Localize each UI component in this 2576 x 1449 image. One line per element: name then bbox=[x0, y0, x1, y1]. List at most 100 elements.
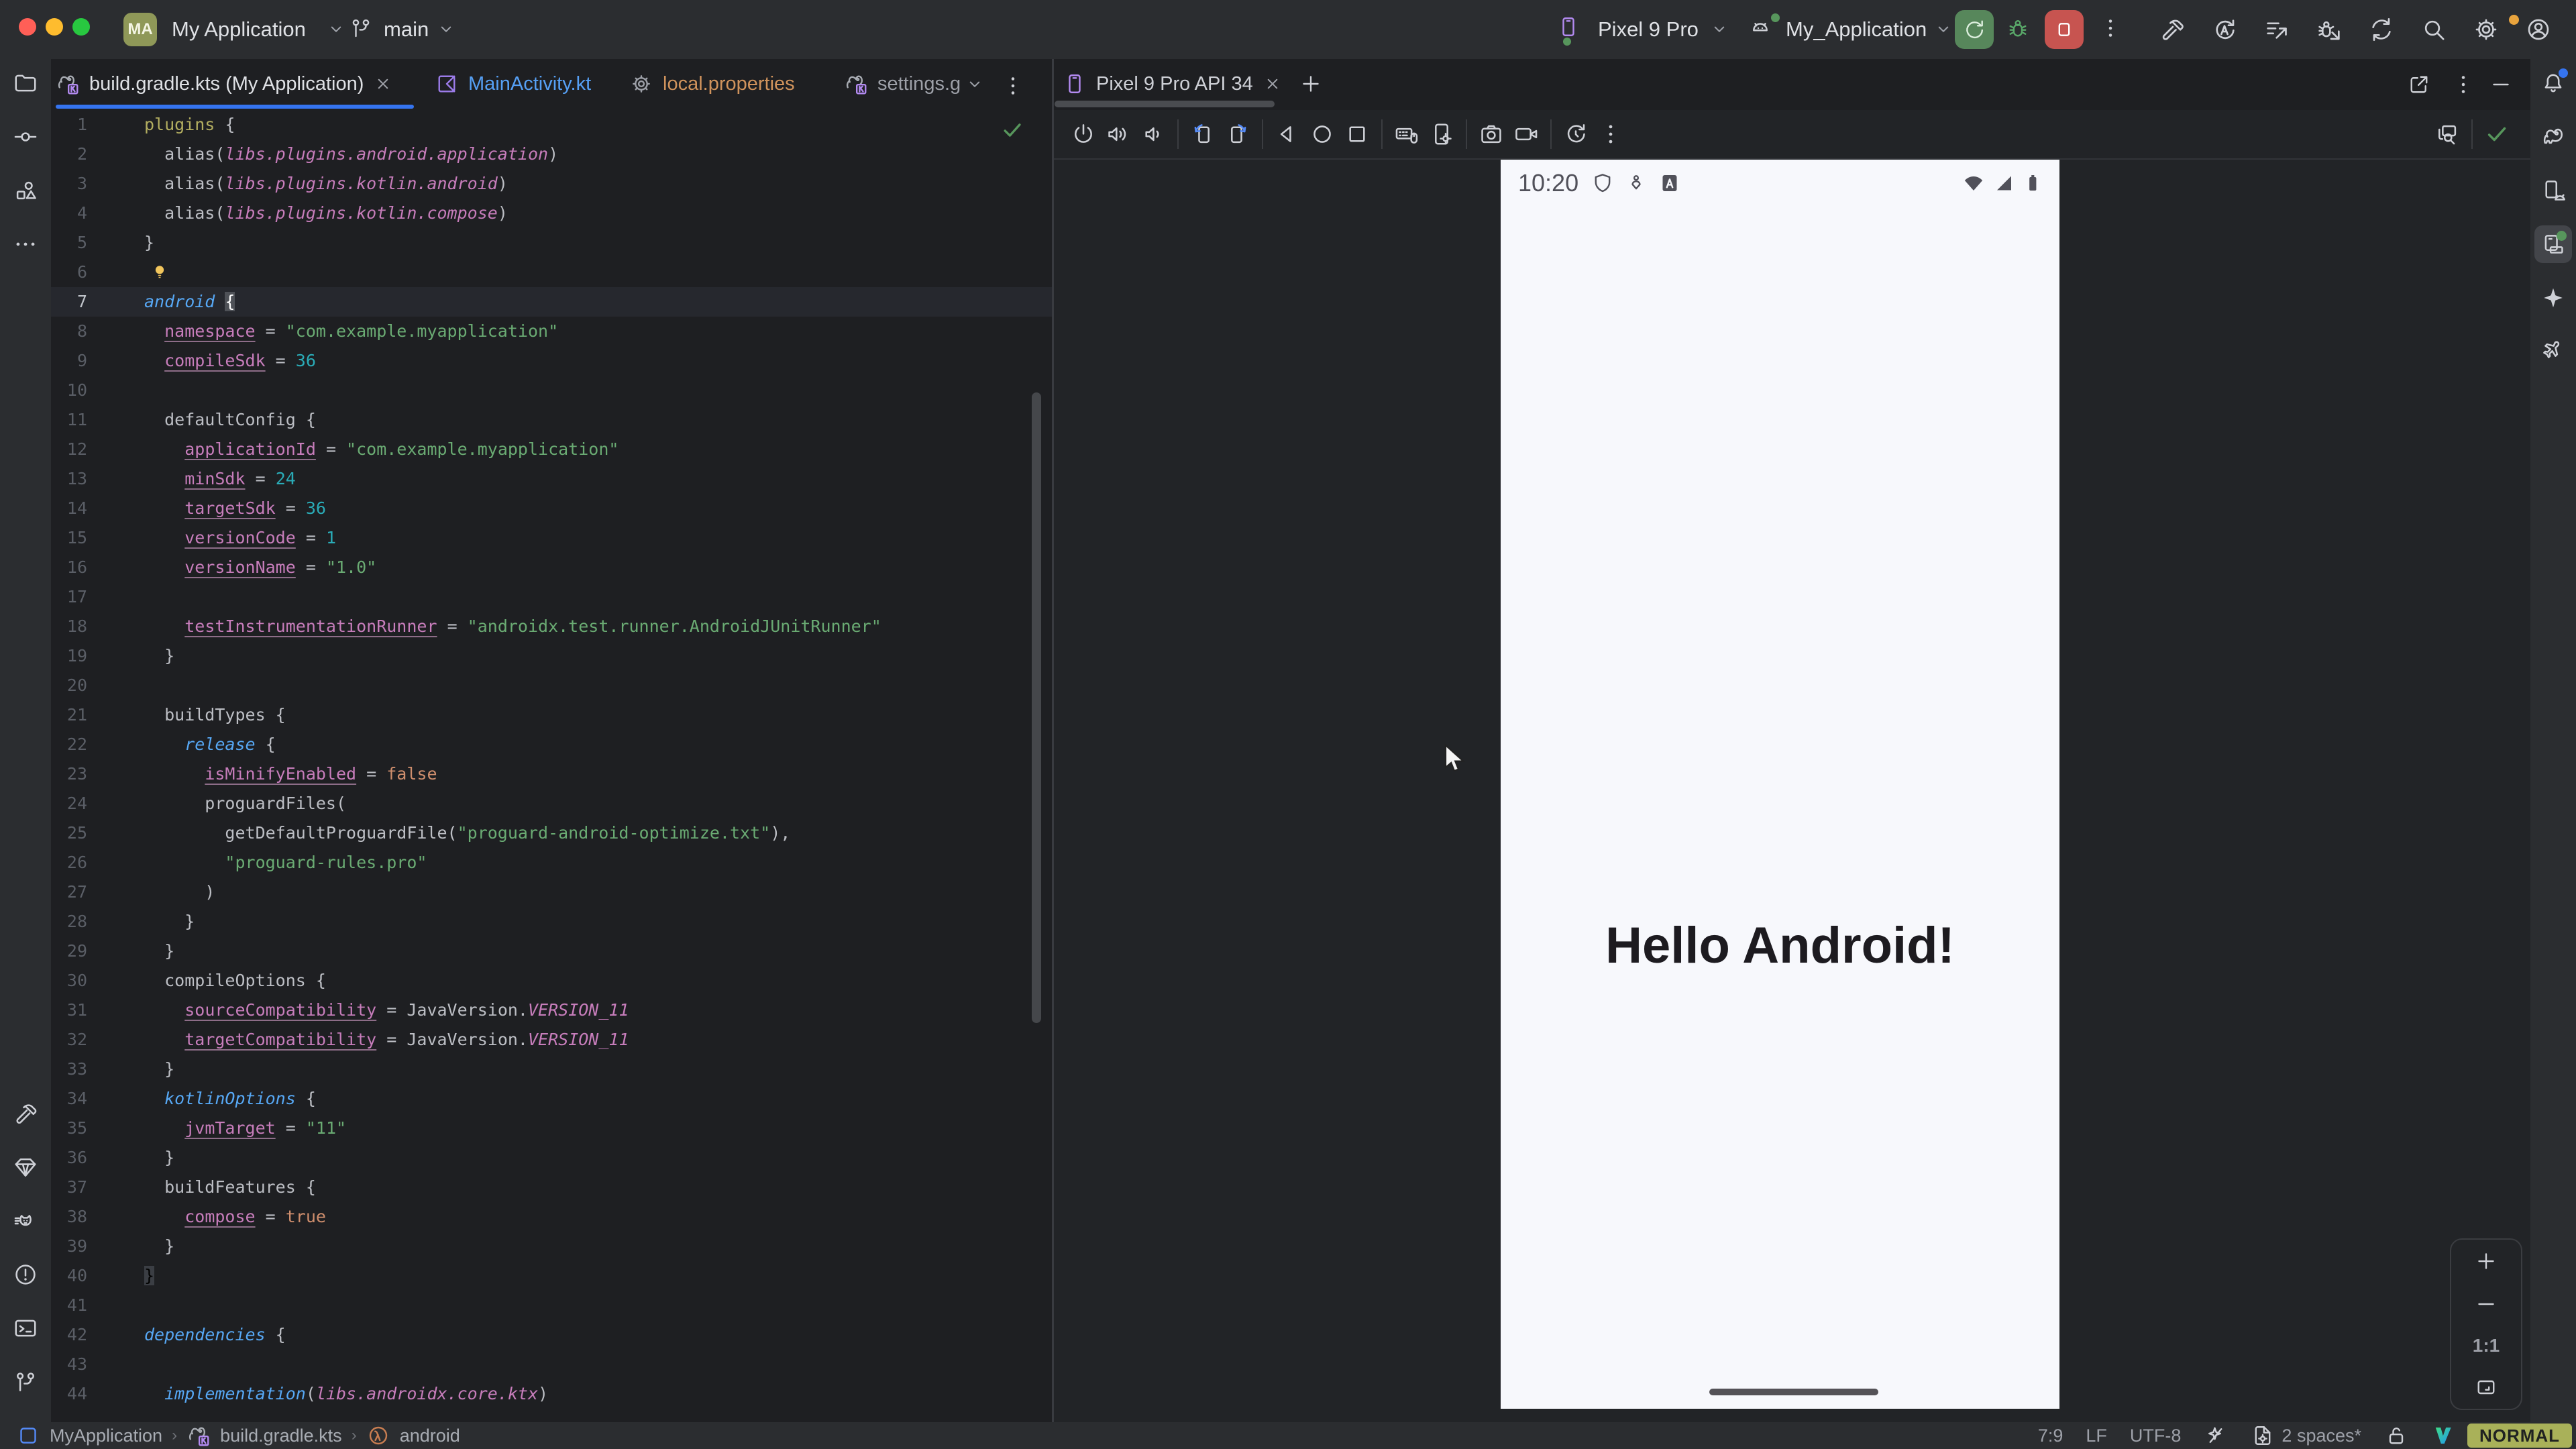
inspections-ok-icon[interactable] bbox=[1000, 118, 1024, 142]
device-selector[interactable]: Pixel 9 Pro bbox=[1598, 0, 1699, 59]
code-line-23[interactable]: 23 isMinifyEnabled = false bbox=[51, 759, 1052, 789]
code-line-35[interactable]: 35 jvmTarget = "11" bbox=[51, 1114, 1052, 1143]
code-line-40[interactable]: 40} bbox=[51, 1261, 1052, 1291]
nav-overview-button[interactable] bbox=[1340, 117, 1375, 152]
close-icon[interactable] bbox=[373, 74, 393, 94]
vim-mode-badge[interactable]: NORMAL bbox=[2467, 1424, 2572, 1448]
attach-debugger-icon[interactable] bbox=[2316, 16, 2343, 43]
line-separator-widget[interactable]: LF bbox=[2086, 1426, 2107, 1446]
tool-stripe-sparkle[interactable] bbox=[2534, 279, 2572, 317]
code-line-34[interactable]: 34 kotlinOptions { bbox=[51, 1084, 1052, 1114]
tab-mainactivity[interactable]: MainActivity.kt bbox=[435, 59, 591, 109]
branch-name[interactable]: main bbox=[384, 0, 429, 59]
code-line-21[interactable]: 21 buildTypes { bbox=[51, 700, 1052, 730]
vim-plugin-icon[interactable] bbox=[2431, 1424, 2455, 1448]
code-line-2[interactable]: 2 alias(libs.plugins.android.application… bbox=[51, 140, 1052, 169]
search-icon[interactable] bbox=[2420, 16, 2447, 43]
code-line-25[interactable]: 25 getDefaultProguardFile("proguard-andr… bbox=[51, 818, 1052, 848]
code-line-8[interactable]: 8 namespace = "com.example.myapplication… bbox=[51, 317, 1052, 346]
run-more-button[interactable] bbox=[2098, 16, 2123, 40]
rotate-left-button[interactable] bbox=[1185, 117, 1220, 152]
apply-changes-icon[interactable] bbox=[2211, 16, 2238, 43]
rotate-right-button[interactable] bbox=[1220, 117, 1255, 152]
stop-button[interactable] bbox=[2045, 10, 2084, 49]
device-settings-button[interactable] bbox=[1424, 117, 1459, 152]
keyboard-button[interactable] bbox=[1389, 117, 1424, 152]
code-line-31[interactable]: 31 sourceCompatibility = JavaVersion.VER… bbox=[51, 996, 1052, 1025]
code-line-37[interactable]: 37 buildFeatures { bbox=[51, 1173, 1052, 1202]
tool-stripe-device-manager[interactable] bbox=[2534, 172, 2572, 209]
power-button[interactable] bbox=[1066, 117, 1101, 152]
intention-bulb-icon[interactable] bbox=[149, 261, 170, 282]
code-line-7[interactable]: 7android { bbox=[51, 287, 1052, 317]
build-hammer-icon[interactable] bbox=[2159, 16, 2186, 43]
tab-build-gradle[interactable]: build.gradle.kts (My Application) bbox=[56, 59, 393, 109]
ai-disabled-icon[interactable] bbox=[2204, 1424, 2228, 1448]
breadcrumb-item[interactable]: MyApplication bbox=[50, 1426, 162, 1446]
check-button[interactable] bbox=[2479, 117, 2514, 152]
editor-scrollbar[interactable] bbox=[1032, 392, 1041, 1023]
open-in-new-window-button[interactable] bbox=[2407, 72, 2431, 97]
breadcrumb-item[interactable]: android bbox=[400, 1426, 460, 1446]
avatar-icon[interactable] bbox=[2525, 16, 2552, 43]
new-tab-button[interactable] bbox=[1299, 72, 1323, 96]
snapshot-inspect-button[interactable] bbox=[2430, 117, 2465, 152]
tab-settings-gradle[interactable]: settings.g bbox=[844, 59, 961, 109]
emulator-screen[interactable]: 10:20 Hello Android! bbox=[1501, 160, 2059, 1409]
code-line-39[interactable]: 39 } bbox=[51, 1232, 1052, 1261]
zoom-in-button[interactable] bbox=[2474, 1249, 2498, 1273]
settings-gear-icon[interactable] bbox=[2473, 16, 2500, 43]
horizontal-scrollbar[interactable] bbox=[1055, 101, 1275, 107]
code-line-3[interactable]: 3 alias(libs.plugins.kotlin.android) bbox=[51, 169, 1052, 199]
tabs-more-button[interactable] bbox=[1001, 74, 1025, 98]
tool-stripe-hammer[interactable] bbox=[7, 1095, 44, 1132]
code-line-32[interactable]: 32 targetCompatibility = JavaVersion.VER… bbox=[51, 1025, 1052, 1055]
code-line-30[interactable]: 30 compileOptions { bbox=[51, 966, 1052, 996]
encoding-widget[interactable]: UTF-8 bbox=[2130, 1426, 2182, 1446]
tool-stripe-problems[interactable] bbox=[7, 1256, 44, 1293]
panel-more-button[interactable] bbox=[2451, 72, 2475, 97]
code-line-27[interactable]: 27 ) bbox=[51, 877, 1052, 907]
tool-stripe-gem[interactable] bbox=[7, 1148, 44, 1186]
tool-stripe-terminal[interactable] bbox=[7, 1309, 44, 1347]
zoom-reset-button[interactable]: 1:1 bbox=[2473, 1335, 2500, 1356]
volume-up-button[interactable] bbox=[1101, 117, 1136, 152]
tool-stripe-plane[interactable] bbox=[2534, 333, 2572, 370]
code-line-19[interactable]: 19 } bbox=[51, 641, 1052, 671]
code-line-1[interactable]: 1plugins { bbox=[51, 110, 1052, 140]
nav-home-button[interactable] bbox=[1305, 117, 1340, 152]
code-line-9[interactable]: 9 compileSdk = 36 bbox=[51, 346, 1052, 376]
code-line-38[interactable]: 38 compose = true bbox=[51, 1202, 1052, 1232]
zoom-window-button[interactable] bbox=[72, 18, 90, 36]
tool-stripe-commit[interactable] bbox=[7, 118, 44, 156]
code-line-43[interactable]: 43 bbox=[51, 1350, 1052, 1379]
camera-button[interactable] bbox=[1474, 117, 1509, 152]
code-line-42[interactable]: 42dependencies { bbox=[51, 1320, 1052, 1350]
breadcrumb[interactable]: MyApplication › build.gradle.kts › andro… bbox=[16, 1422, 460, 1449]
code-line-36[interactable]: 36 } bbox=[51, 1143, 1052, 1173]
code-line-41[interactable]: 41 bbox=[51, 1291, 1052, 1320]
code-line-5[interactable]: 5} bbox=[51, 228, 1052, 258]
zoom-out-button[interactable] bbox=[2474, 1292, 2498, 1316]
indent-widget[interactable]: 2 spaces* bbox=[2251, 1424, 2361, 1448]
code-line-14[interactable]: 14 targetSdk = 36 bbox=[51, 494, 1052, 523]
code-editor[interactable]: 1plugins {2 alias(libs.plugins.android.a… bbox=[51, 110, 1052, 1422]
tool-stripe-gradle[interactable] bbox=[2534, 118, 2572, 156]
code-line-15[interactable]: 15 versionCode = 1 bbox=[51, 523, 1052, 553]
profiler-icon[interactable] bbox=[2263, 16, 2290, 43]
code-line-22[interactable]: 22 release { bbox=[51, 730, 1052, 759]
tabs-dropdown-button[interactable] bbox=[965, 74, 985, 94]
tool-stripe-folder[interactable] bbox=[7, 64, 44, 102]
code-line-4[interactable]: 4 alias(libs.plugins.kotlin.compose) bbox=[51, 199, 1052, 228]
run-configuration[interactable]: My_Application bbox=[1786, 0, 1927, 59]
code-line-29[interactable]: 29 } bbox=[51, 936, 1052, 966]
tool-stripe-bell[interactable] bbox=[2534, 64, 2572, 102]
debug-button[interactable] bbox=[2006, 16, 2030, 40]
zoom-fit-button[interactable] bbox=[2474, 1375, 2498, 1399]
code-line-44[interactable]: 44 implementation(libs.androidx.core.ktx… bbox=[51, 1379, 1052, 1409]
minimize-window-button[interactable] bbox=[46, 18, 63, 36]
rerun-button[interactable] bbox=[1955, 10, 1994, 49]
volume-down-button[interactable] bbox=[1136, 117, 1171, 152]
code-line-17[interactable]: 17 bbox=[51, 582, 1052, 612]
tool-stripe-running-devices[interactable] bbox=[2534, 225, 2572, 263]
